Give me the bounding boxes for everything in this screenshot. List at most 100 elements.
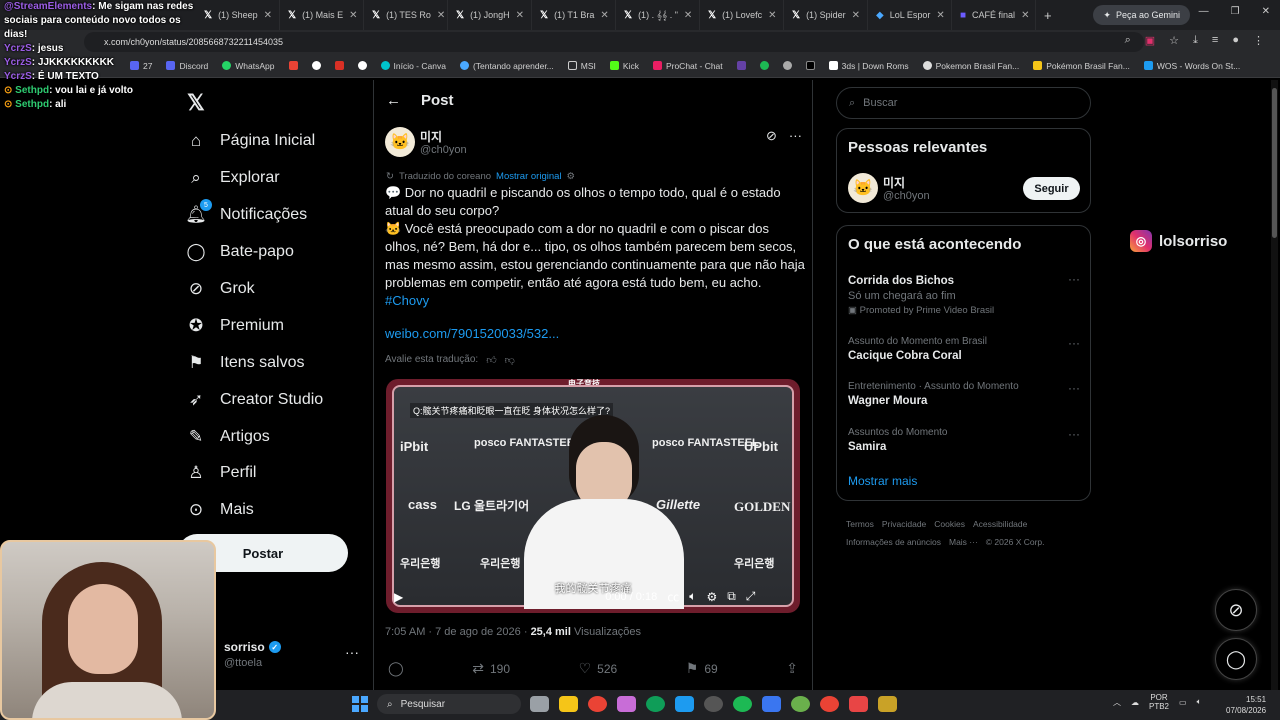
settings-icon[interactable]: ⚙: [706, 590, 717, 604]
show-original-link[interactable]: Mostrar original: [496, 171, 561, 182]
bookmark-item[interactable]: WOS - Words On St...: [1143, 61, 1240, 71]
close-icon[interactable]: ✕: [600, 10, 608, 21]
bookmark-item[interactable]: [759, 61, 769, 70]
bookmark-item[interactable]: [288, 61, 298, 70]
browser-tab[interactable]: 𝕏 (1) Sheep ✕: [196, 0, 280, 30]
bookmark-item[interactable]: (Tentando aprender...: [459, 61, 554, 71]
cloud-icon[interactable]: ☁: [1131, 698, 1139, 707]
nav-notifications[interactable]: 🔔︎ 5 Notificações: [185, 199, 307, 225]
bookmark-button[interactable]: ⚑ 69: [686, 660, 718, 677]
messages-fab-button[interactable]: ◯: [1215, 638, 1257, 680]
captions-icon[interactable]: ㏄: [667, 588, 679, 605]
grok-icon[interactable]: ⊘: [766, 128, 777, 144]
more-icon[interactable]: ···: [1068, 336, 1080, 350]
nav-home[interactable]: ⌂ Página Inicial: [186, 131, 315, 151]
store-icon[interactable]: [675, 696, 694, 712]
zoom-icon[interactable]: ⌕: [1125, 34, 1131, 47]
bookmark-item[interactable]: MSI: [567, 61, 596, 71]
follow-button[interactable]: Seguir: [1023, 177, 1080, 200]
like-button[interactable]: ♡ 526: [579, 660, 618, 677]
thumbs-down-icon[interactable]: 👎︎: [505, 354, 515, 366]
pip-icon[interactable]: ⧉: [727, 589, 736, 604]
play-icon[interactable]: ▶: [394, 590, 403, 604]
nav-chat[interactable]: ◯ Bate-papo: [186, 242, 293, 262]
trend-item[interactable]: Assuntos do Momento Samira ···: [848, 427, 1080, 453]
footer-link[interactable]: Acessibilidade: [973, 519, 1027, 529]
close-window-icon[interactable]: ✕: [1262, 6, 1270, 17]
thumbs-up-icon[interactable]: 👍︎: [486, 354, 496, 366]
edge-icon[interactable]: [646, 696, 665, 712]
reply-button[interactable]: ◯: [388, 660, 404, 677]
nav-explore[interactable]: ⌕ Explorar: [186, 168, 279, 188]
nav-more[interactable]: ⊙ Mais: [186, 500, 254, 520]
bookmark-item[interactable]: [334, 61, 344, 70]
footer-link[interactable]: Cookies: [934, 519, 965, 529]
star-icon[interactable]: ☆: [1169, 34, 1179, 47]
scrollbar-thumb[interactable]: [1272, 88, 1277, 238]
task-view-icon[interactable]: [530, 696, 549, 712]
volume-icon[interactable]: 🔈︎: [1197, 697, 1202, 707]
grok-fab-button[interactable]: ⊘: [1215, 589, 1257, 631]
trend-item[interactable]: Entretenimento · Assunto do Momento Wagn…: [848, 381, 1080, 407]
retweet-button[interactable]: ⇄ 190: [472, 660, 510, 677]
author-handle[interactable]: @ch0yon: [420, 144, 467, 156]
extension-icon[interactable]: ▣: [1145, 34, 1155, 47]
close-icon[interactable]: ✕: [264, 10, 272, 21]
browser-tab[interactable]: 𝕏 (1) TES Ro ✕: [364, 0, 448, 30]
volume-icon[interactable]: 🔈︎: [689, 589, 696, 604]
hashtag-link[interactable]: #Chovy: [385, 292, 805, 310]
back-arrow-icon[interactable]: ←: [386, 92, 401, 109]
bookmark-item[interactable]: Kick: [609, 61, 639, 71]
footer-link[interactable]: Mais ···: [949, 537, 978, 547]
app-icon[interactable]: [762, 696, 781, 712]
browser-tab[interactable]: 𝕏 (1) Mais E ✕: [280, 0, 364, 30]
footer-link[interactable]: Privacidade: [882, 519, 926, 529]
language-indicator[interactable]: POR PTB2: [1149, 693, 1169, 711]
chrome-icon[interactable]: [588, 696, 607, 712]
more-icon[interactable]: ···: [1068, 272, 1080, 286]
browser-tab[interactable]: ◆ LoL Espor ✕: [868, 0, 952, 30]
xbox-icon[interactable]: [791, 696, 810, 712]
bookmark-item[interactable]: [782, 61, 792, 70]
copilot-icon[interactable]: [617, 696, 636, 712]
nav-profile[interactable]: ♙ Perfil: [186, 463, 256, 483]
nav-bookmarks[interactable]: ⚑ Itens salvos: [186, 353, 304, 373]
trend-item[interactable]: Corrida dos Bichos Só um chegará ao fim …: [848, 272, 1080, 316]
browser-tab[interactable]: 𝕏 (1) Lovefc ✕: [700, 0, 784, 30]
reading-list-icon[interactable]: ≡: [1212, 34, 1218, 47]
address-bar[interactable]: x.com/ch0yon/status/2085668732211454035: [84, 32, 1144, 52]
account-more-icon[interactable]: ···: [345, 644, 359, 660]
chrome-active-icon[interactable]: [820, 696, 839, 712]
browser-tab[interactable]: ■ CAFÉ final ✕: [952, 0, 1036, 30]
new-tab-button[interactable]: +: [1036, 8, 1060, 23]
bookmark-item[interactable]: Início - Canva: [380, 61, 446, 71]
chevron-up-icon[interactable]: ︿: [1113, 697, 1121, 708]
bookmark-item[interactable]: [736, 61, 746, 70]
league-icon[interactable]: [878, 696, 897, 712]
trend-item[interactable]: Assunto do Momento em Brasil Cacique Cob…: [848, 336, 1080, 362]
taskbar-clock[interactable]: 15:51 07/08/2026: [1226, 694, 1266, 716]
relevant-name[interactable]: 미지: [883, 174, 905, 191]
author-name[interactable]: 미지: [420, 128, 442, 145]
gear-icon[interactable]: ⚙: [567, 171, 576, 182]
fullscreen-icon[interactable]: ⤢: [746, 589, 756, 604]
bookmark-item[interactable]: WhatsApp: [222, 61, 275, 71]
minimize-icon[interactable]: —: [1199, 6, 1209, 17]
video-player[interactable]: 电子竞技 Q:髋关节疼痛和眨眼一直在眨 身体状况怎么样了? iPbit posc…: [386, 379, 800, 613]
avatar[interactable]: 🐱: [848, 173, 878, 203]
search-input[interactable]: ⌕ Buscar: [836, 87, 1091, 119]
close-icon[interactable]: ✕: [768, 10, 776, 21]
more-icon[interactable]: ···: [1068, 381, 1080, 395]
weibo-link[interactable]: weibo.com/7901520033/532...: [385, 326, 559, 341]
show-more-link[interactable]: Mostrar mais: [848, 474, 917, 488]
nav-premium[interactable]: ✪ Premium: [186, 316, 284, 336]
bookmark-item[interactable]: Pokémon Brasil Fan...: [1033, 61, 1130, 71]
bookmark-item[interactable]: [311, 61, 321, 70]
bookmark-item[interactable]: [805, 61, 815, 70]
nav-grok[interactable]: ⊘ Grok: [186, 279, 255, 299]
close-icon[interactable]: ✕: [936, 10, 944, 21]
nav-creator-studio[interactable]: ➶ Creator Studio: [186, 390, 323, 410]
footer-link[interactable]: Informações de anúncios: [846, 537, 941, 547]
close-icon[interactable]: ✕: [852, 10, 860, 21]
bookmark-item[interactable]: ProChat - Chat: [652, 61, 723, 71]
